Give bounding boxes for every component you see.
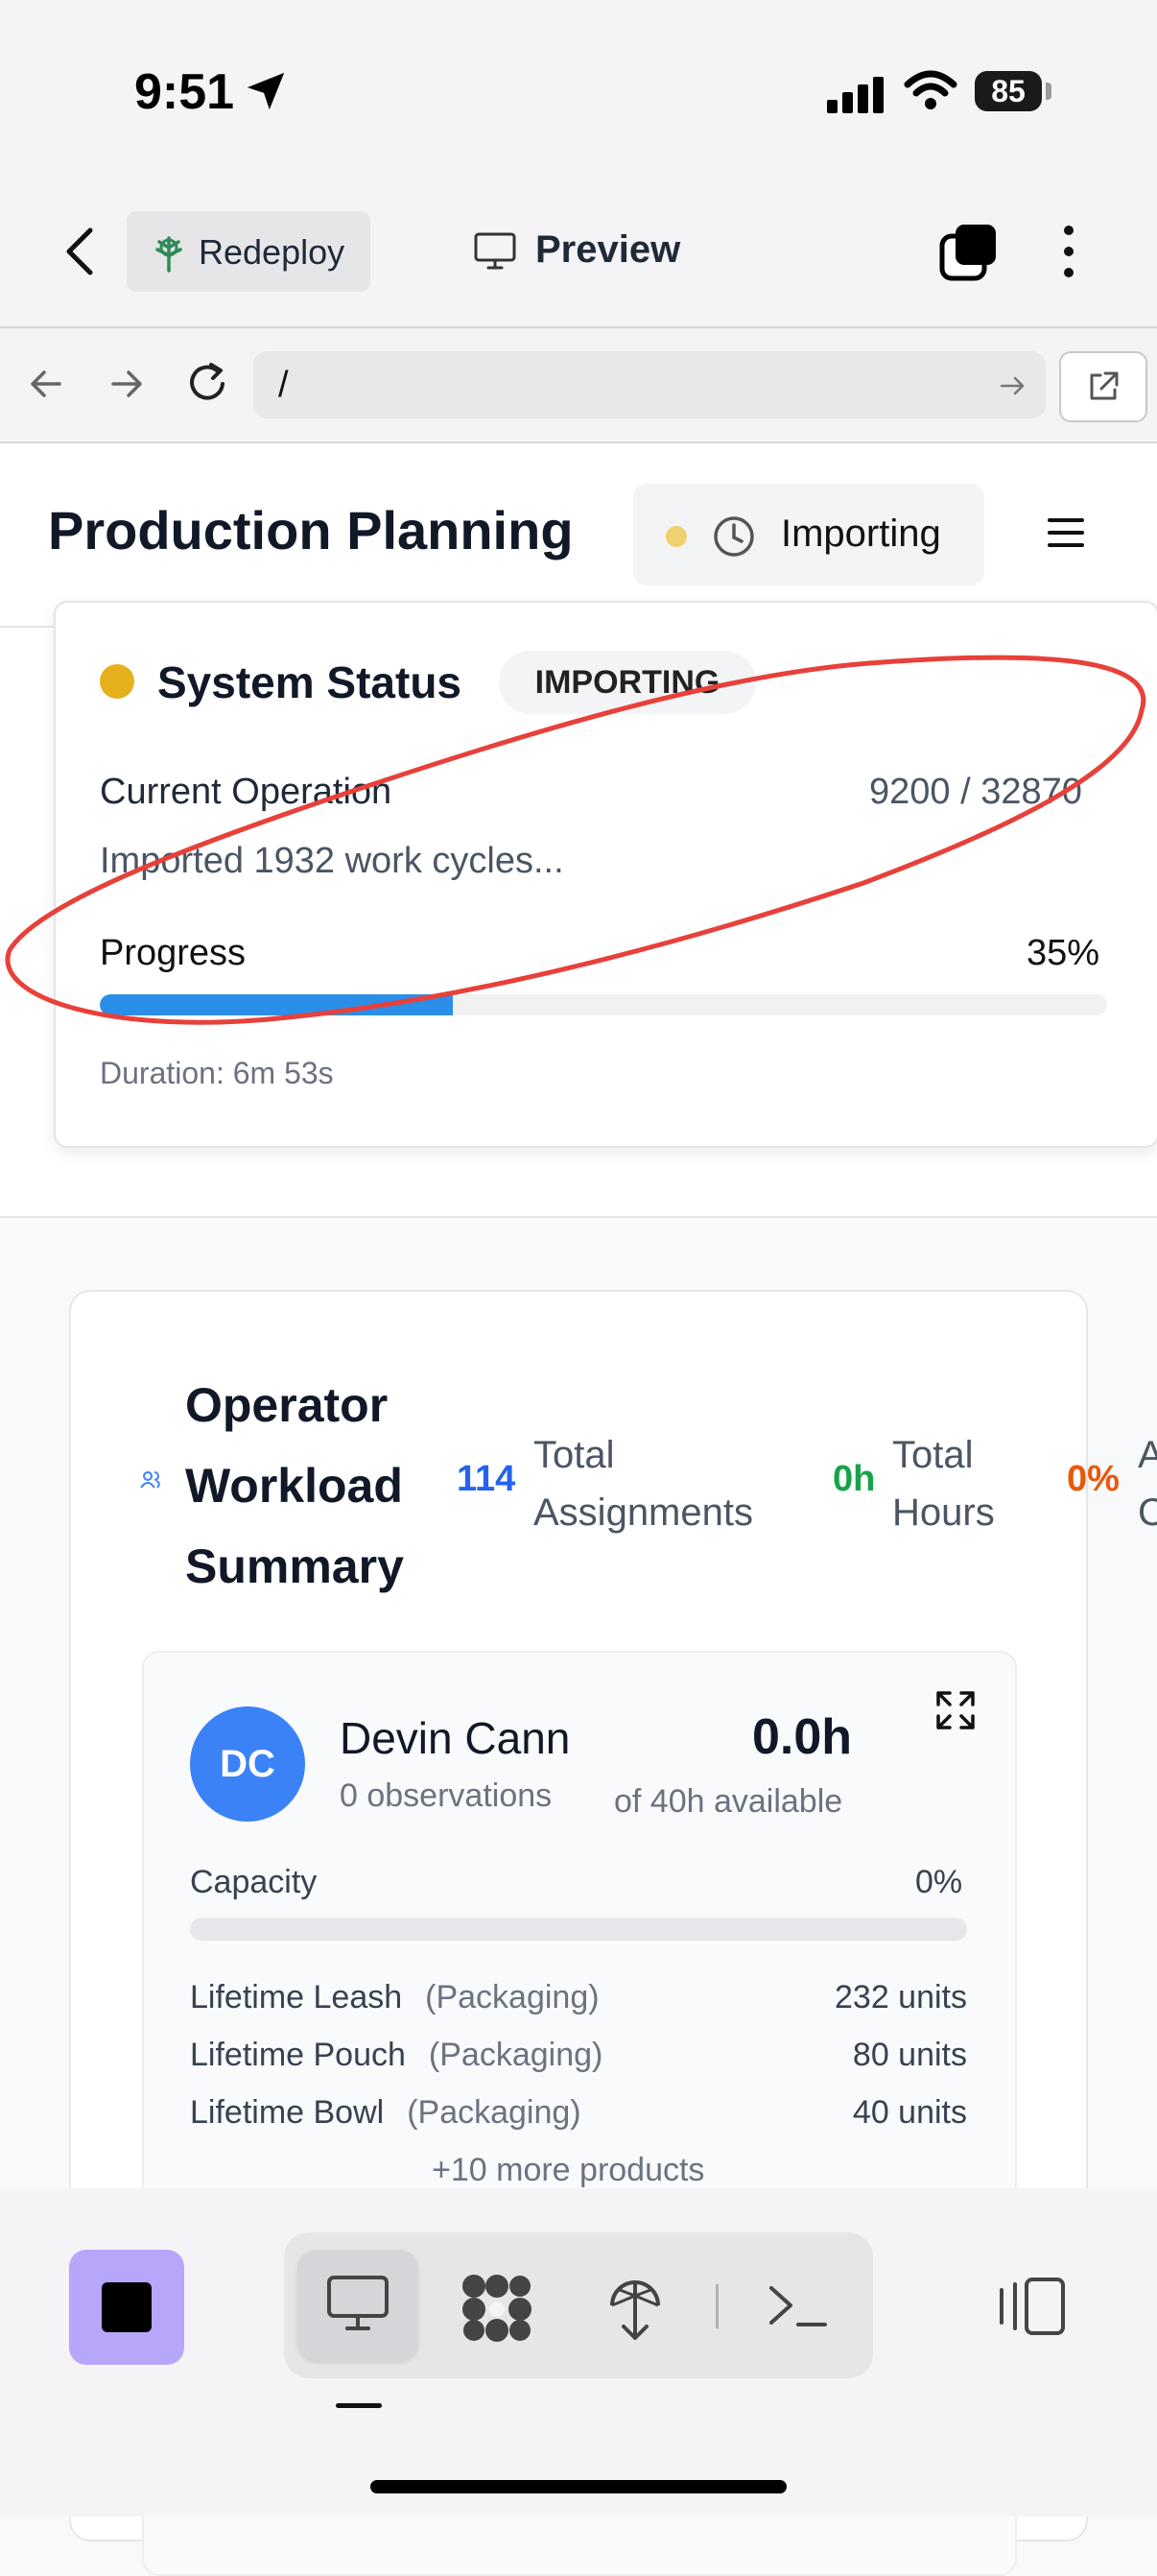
import-status-pill[interactable]: Importing: [633, 484, 984, 585]
nav-forward-arrow-icon[interactable]: [107, 363, 146, 405]
tabs-icon[interactable]: [938, 223, 1000, 282]
url-path: /: [278, 365, 289, 405]
preview-title: Preview: [535, 228, 681, 271]
annotation-ellipse: [5, 655, 1146, 1025]
more-products-link[interactable]: +10 more products: [432, 2152, 704, 2189]
monitor-icon: [327, 2276, 389, 2330]
url-input[interactable]: /: [253, 351, 1046, 418]
nav-back-arrow-icon[interactable]: [27, 363, 65, 405]
menu-icon[interactable]: [1048, 518, 1084, 556]
workload-title: Operator Workload Summary: [185, 1378, 404, 1593]
agents-icon[interactable]: [460, 2273, 533, 2342]
external-link-icon: [1090, 371, 1119, 400]
split-view-icon[interactable]: [996, 2277, 1067, 2336]
duration-text: Duration: 6m 53s: [100, 1056, 334, 1090]
capacity-label: Capacity: [190, 1864, 318, 1900]
product-category: (Packaging): [428, 2037, 603, 2073]
back-chevron-icon[interactable]: [59, 223, 98, 280]
clock: 9:51: [134, 64, 235, 120]
battery-indicator: 85: [975, 71, 1042, 111]
metric-value: 0h: [833, 1459, 876, 1499]
product-row: Lifetime Bowl (Packaging) 40 units: [190, 2094, 967, 2132]
product-name: Lifetime Bowl: [190, 2094, 385, 2131]
expand-icon[interactable]: [934, 1689, 977, 1731]
operator-available: of 40h available: [614, 1783, 843, 1820]
more-options-icon[interactable]: [1059, 223, 1078, 280]
status-dot: [666, 526, 687, 547]
import-pill-label: Importing: [781, 513, 941, 555]
product-category: (Packaging): [407, 2094, 581, 2131]
redeploy-label: Redeploy: [199, 232, 345, 272]
users-icon: [140, 1471, 160, 1489]
metric-value: 0%: [1067, 1459, 1120, 1499]
tool-divider: [716, 2284, 719, 2328]
open-external-button[interactable]: [1059, 351, 1147, 422]
page-title: Production Planning: [48, 500, 574, 561]
deploy-icon[interactable]: [604, 2269, 666, 2342]
product-row: Lifetime Pouch (Packaging) 80 units: [190, 2037, 967, 2074]
terminal-icon[interactable]: [767, 2280, 829, 2332]
clock-icon: [714, 516, 754, 557]
go-arrow-icon[interactable]: [1000, 374, 1027, 397]
product-units: 40 units: [852, 2094, 967, 2131]
stop-icon: [102, 2282, 152, 2332]
product-name: Lifetime Pouch: [190, 2037, 406, 2073]
stop-button[interactable]: [69, 2250, 184, 2365]
wifi-icon: [904, 70, 957, 109]
divider: [0, 626, 54, 628]
product-category: (Packaging): [425, 1979, 600, 2015]
product-name: Lifetime Leash: [190, 1979, 403, 2015]
capacity-bar: [190, 1918, 967, 1941]
operator-observations: 0 observations: [340, 1777, 553, 1814]
tree-icon: [155, 236, 182, 273]
reload-icon[interactable]: [186, 359, 230, 405]
operator-hours: 0.0h: [752, 1709, 853, 1765]
location-arrow-icon: [247, 72, 285, 110]
redeploy-button[interactable]: Redeploy: [127, 211, 370, 292]
metric-value: 114: [457, 1459, 516, 1499]
active-tool-indicator: [336, 2403, 382, 2408]
metric-label: Total Assignments: [533, 1434, 753, 1534]
metric-label: A C: [1138, 1434, 1157, 1534]
avatar: DC: [190, 1706, 305, 1822]
product-units: 80 units: [852, 2037, 967, 2073]
battery-tip: [1046, 83, 1051, 100]
cellular-signal-icon: [827, 75, 885, 113]
operator-name: Devin Cann: [340, 1713, 571, 1763]
product-units: 232 units: [835, 1979, 967, 2015]
home-indicator: [370, 2480, 787, 2493]
product-row: Lifetime Leash (Packaging) 232 units: [190, 1979, 967, 2016]
capacity-percent: 0%: [915, 1864, 963, 1900]
metric-label: Total Hours: [892, 1434, 995, 1534]
monitor-icon: [474, 232, 516, 270]
